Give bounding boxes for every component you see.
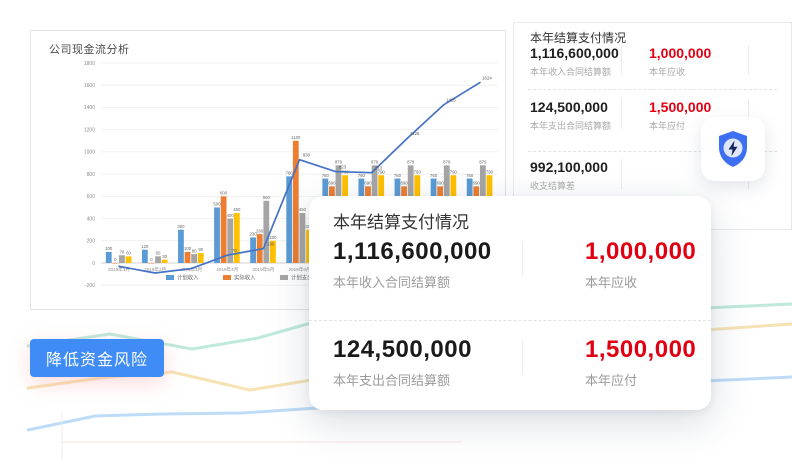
popup-income-settlement-value: 1,116,600,000 [333, 238, 492, 266]
svg-text:100: 100 [105, 246, 113, 251]
payable-label: 本年应付 [649, 119, 685, 132]
popup-payable-label: 本年应付 [585, 370, 637, 389]
svg-text:0: 0 [92, 261, 95, 267]
svg-text:690: 690 [473, 181, 481, 186]
svg-text:1400: 1400 [84, 105, 95, 111]
svg-text:70: 70 [232, 248, 237, 253]
svg-text:760: 760 [466, 173, 474, 178]
column-divider [522, 340, 523, 374]
payable-value: 1,500,000 [649, 99, 711, 115]
income-settlement-label: 本年收入合同结算额 [530, 65, 611, 78]
shield-icon [711, 127, 755, 171]
popup-receivable-label: 本年应收 [585, 272, 637, 291]
svg-text:30: 30 [162, 254, 167, 259]
expense-settlement-label: 本年支出合同结算额 [530, 119, 611, 132]
svg-text:1200: 1200 [84, 127, 95, 133]
svg-text:879: 879 [479, 160, 487, 165]
svg-text:260: 260 [256, 228, 264, 233]
svg-text:690: 690 [364, 181, 372, 186]
settlement-panel-title: 本年结算支付情况 [530, 29, 626, 46]
svg-text:600: 600 [220, 191, 228, 196]
receivable-value: 1,000,000 [649, 45, 711, 61]
svg-text:1100: 1100 [291, 135, 301, 140]
svg-text:823: 823 [339, 165, 347, 170]
svg-text:300: 300 [177, 224, 185, 229]
column-divider [748, 45, 749, 75]
svg-text:200: 200 [269, 235, 277, 240]
svg-text:1000: 1000 [84, 150, 95, 156]
svg-text:90: 90 [198, 247, 203, 252]
svg-text:760: 760 [358, 173, 366, 178]
dashed-divider [309, 320, 711, 321]
svg-text:790: 790 [450, 169, 458, 174]
svg-text:760: 760 [430, 173, 438, 178]
svg-text:2019年6月: 2019年6月 [289, 266, 311, 273]
svg-text:600: 600 [87, 194, 96, 200]
svg-text:813: 813 [375, 166, 383, 171]
svg-text:1425: 1425 [446, 98, 456, 103]
column-divider [522, 242, 523, 276]
svg-text:60: 60 [156, 251, 161, 256]
svg-text:80: 80 [192, 248, 197, 253]
svg-text:790: 790 [414, 169, 422, 174]
svg-text:760: 760 [322, 173, 330, 178]
svg-text:400: 400 [227, 213, 235, 218]
column-divider [621, 99, 622, 129]
popup-payable-value: 1,500,000 [585, 336, 696, 364]
svg-text:1800: 1800 [84, 61, 95, 67]
svg-text:879: 879 [371, 160, 379, 165]
svg-text:690: 690 [400, 181, 408, 186]
svg-text:计划收入: 计划收入 [177, 274, 199, 282]
svg-text:450: 450 [233, 207, 241, 212]
svg-text:-200: -200 [85, 283, 95, 289]
income-settlement-value: 1,116,600,000 [530, 45, 619, 61]
svg-text:1624: 1624 [482, 76, 492, 81]
svg-text:实际收入: 实际收入 [234, 274, 256, 282]
svg-text:1600: 1600 [84, 83, 95, 89]
svg-text:2019年5月: 2019年5月 [252, 266, 274, 273]
dashed-divider [528, 89, 777, 90]
svg-text:790: 790 [486, 169, 494, 174]
svg-text:800: 800 [87, 172, 96, 178]
svg-text:879: 879 [407, 160, 415, 165]
popup-expense-settlement-value: 124,500,000 [333, 336, 472, 364]
balance-label: 收支结算差 [530, 179, 575, 192]
settlement-detail-popup: 本年结算支付情况 1,116,600,000 本年收入合同结算额 1,000,0… [309, 196, 711, 410]
receivable-label: 本年应收 [649, 65, 685, 78]
popup-income-settlement-label: 本年收入合同结算额 [333, 272, 450, 291]
svg-text:0: 0 [114, 257, 117, 262]
reduce-risk-badge[interactable]: 降低资金风险 [30, 339, 164, 377]
svg-text:100: 100 [184, 246, 192, 251]
svg-text:760: 760 [394, 173, 402, 178]
svg-text:200: 200 [87, 239, 96, 245]
svg-text:690: 690 [328, 181, 336, 186]
dashboard-stage: 公司现金流分析 -2000200400600800100012001400160… [0, 0, 792, 459]
column-divider [621, 45, 622, 75]
svg-text:70: 70 [120, 249, 125, 254]
svg-text:450: 450 [299, 207, 307, 212]
svg-text:500: 500 [213, 202, 221, 207]
svg-text:780: 780 [286, 171, 294, 176]
svg-text:120: 120 [141, 244, 149, 249]
svg-text:930: 930 [303, 153, 311, 158]
security-shield-card[interactable] [701, 117, 765, 181]
popup-receivable-value: 1,000,000 [585, 238, 696, 266]
svg-text:690: 690 [437, 181, 445, 186]
svg-text:60: 60 [126, 251, 131, 256]
svg-text:2019年4月: 2019年4月 [216, 266, 238, 273]
popup-title: 本年结算支付情况 [333, 208, 469, 233]
expense-settlement-value: 124,500,000 [530, 99, 608, 115]
svg-text:560: 560 [263, 195, 271, 200]
svg-text:400: 400 [87, 216, 96, 222]
balance-value: 992,100,000 [530, 159, 608, 175]
svg-text:0: 0 [150, 257, 153, 262]
popup-expense-settlement-label: 本年支出合同结算额 [333, 370, 450, 389]
svg-text:1126: 1126 [410, 131, 420, 136]
column-divider [621, 159, 622, 189]
svg-text:879: 879 [443, 160, 451, 165]
svg-text:130: 130 [267, 242, 275, 247]
